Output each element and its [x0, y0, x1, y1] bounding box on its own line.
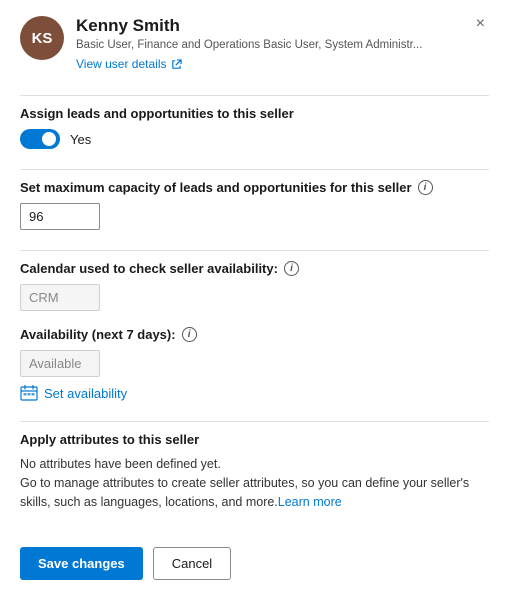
availability-label-row: Availability (next 7 days): i [20, 327, 489, 342]
availability-label: Availability (next 7 days): [20, 327, 176, 342]
view-user-link-text: View user details [76, 57, 167, 71]
divider-2 [20, 169, 489, 170]
assign-leads-label: Assign leads and opportunities to this s… [20, 106, 489, 121]
availability-section: Availability (next 7 days): i Set availa… [20, 327, 489, 401]
save-changes-button[interactable]: Save changes [20, 547, 143, 580]
user-name: Kenny Smith [76, 16, 422, 36]
attributes-description: No attributes have been defined yet. Go … [20, 455, 489, 511]
panel-footer: Save changes Cancel [20, 531, 489, 580]
max-capacity-info-icon[interactable]: i [418, 180, 433, 195]
calendar-label-row: Calendar used to check seller availabili… [20, 261, 489, 276]
set-availability-text: Set availability [44, 386, 127, 401]
assign-leads-section: Assign leads and opportunities to this s… [20, 106, 489, 149]
view-user-details-link[interactable]: View user details [76, 57, 422, 71]
close-button[interactable]: × [472, 14, 489, 34]
divider-3 [20, 250, 489, 251]
max-capacity-label-row: Set maximum capacity of leads and opport… [20, 180, 489, 195]
max-capacity-label: Set maximum capacity of leads and opport… [20, 180, 412, 195]
panel-header: KS Kenny Smith Basic User, Finance and O… [20, 16, 489, 71]
attributes-label: Apply attributes to this seller [20, 432, 489, 447]
assign-leads-toggle[interactable] [20, 129, 60, 149]
max-capacity-input[interactable] [20, 203, 100, 230]
calendar-input[interactable] [20, 284, 100, 311]
learn-more-link[interactable]: Learn more [278, 495, 342, 509]
no-attributes-text: No attributes have been defined yet. [20, 457, 221, 471]
availability-info-icon[interactable]: i [182, 327, 197, 342]
calendar-label: Calendar used to check seller availabili… [20, 261, 278, 276]
divider-1 [20, 95, 489, 96]
external-link-icon [171, 59, 182, 70]
divider-4 [20, 421, 489, 422]
header-left: KS Kenny Smith Basic User, Finance and O… [20, 16, 422, 71]
max-capacity-section: Set maximum capacity of leads and opport… [20, 180, 489, 230]
user-roles: Basic User, Finance and Operations Basic… [76, 38, 422, 53]
calendar-info-icon[interactable]: i [284, 261, 299, 276]
calendar-icon [20, 385, 38, 401]
header-info: Kenny Smith Basic User, Finance and Oper… [76, 16, 422, 71]
cancel-button[interactable]: Cancel [153, 547, 231, 580]
toggle-row: Yes [20, 129, 489, 149]
calendar-section: Calendar used to check seller availabili… [20, 261, 489, 311]
seller-panel: KS Kenny Smith Basic User, Finance and O… [0, 0, 509, 600]
availability-input[interactable] [20, 350, 100, 377]
toggle-value-label: Yes [70, 132, 91, 147]
attributes-section: Apply attributes to this seller No attri… [20, 432, 489, 511]
set-availability-row[interactable]: Set availability [20, 385, 489, 401]
attributes-body-text: Go to manage attributes to create seller… [20, 476, 469, 509]
avatar: KS [20, 16, 64, 60]
